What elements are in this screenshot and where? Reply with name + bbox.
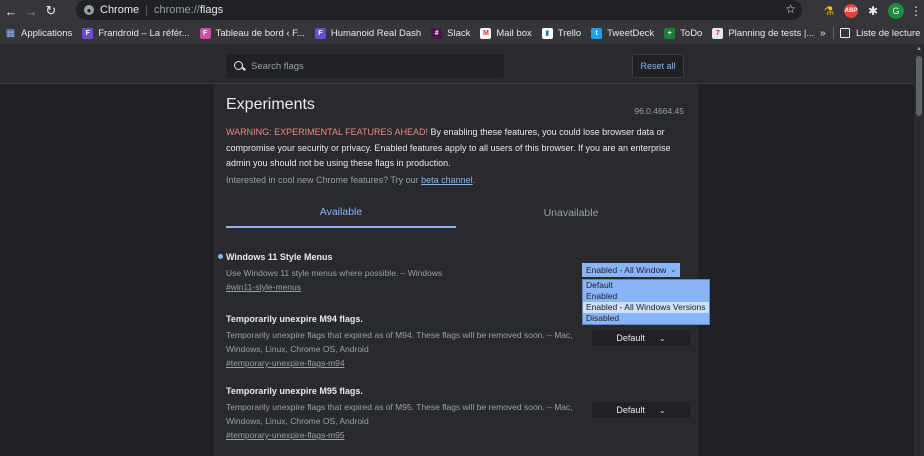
flag-description: Temporarily unexpire flags that expired … <box>226 402 573 426</box>
select-value: Enabled - All Window <box>586 265 667 275</box>
reading-list-label: Liste de lecture <box>856 27 921 39</box>
profile-avatar[interactable]: G <box>888 3 904 19</box>
trello-icon: ▮ <box>541 27 553 39</box>
search-flags-input[interactable]: Search flags <box>226 54 504 78</box>
flags-tabs: Available Unavailable <box>226 198 686 228</box>
reset-all-button[interactable]: Reset all <box>632 54 684 78</box>
warning-heading: WARNING: EXPERIMENTAL FEATURES AHEAD! <box>226 127 429 137</box>
tab-available[interactable]: Available <box>226 198 456 228</box>
flag-title: Temporarily unexpire M95 flags. <box>226 386 363 396</box>
url-path: flags <box>199 4 224 16</box>
bookmark-star-icon[interactable]: ☆ <box>785 2 796 16</box>
bookmarks-overflow-chevron[interactable]: » <box>820 22 826 44</box>
extensions-puzzle-icon[interactable]: ✱ <box>866 4 880 18</box>
bookmark-tableau[interactable]: F Tableau de bord ‹ F... <box>195 27 310 39</box>
flag-select-win11-menus[interactable]: Enabled - All Window ⌄ <box>582 263 680 277</box>
bookmark-label: Tableau de bord ‹ F... <box>215 27 305 39</box>
select-value: Default <box>616 333 645 343</box>
bookmark-label: ToDo <box>680 27 703 39</box>
search-icon <box>234 60 245 72</box>
bookmark-label: Frandroid – La référ... <box>98 27 190 39</box>
bookmark-label: Mail box <box>496 27 532 39</box>
beta-note-end: . <box>472 175 476 185</box>
bookmark-planning[interactable]: 7 Planning de tests |... <box>707 27 819 39</box>
warning-text: WARNING: EXPERIMENTAL FEATURES AHEAD! By… <box>226 125 686 172</box>
site-info-icon[interactable]: ● <box>84 5 94 15</box>
slack-icon: # <box>431 27 443 39</box>
site-name: Chrome <box>100 4 140 16</box>
bookmark-label: Planning de tests |... <box>728 27 815 39</box>
flag-anchor-link[interactable]: #temporary-unexpire-flags-m95 <box>226 430 686 440</box>
scroll-thumb[interactable] <box>916 56 922 116</box>
flags-header: Search flags Reset all <box>0 44 914 84</box>
frandroid-icon: F <box>82 27 94 39</box>
bookmark-tweetdeck[interactable]: t TweetDeck <box>586 27 659 39</box>
page-scrollbar[interactable]: ▲ <box>914 44 924 456</box>
chevron-down-icon: ⌄ <box>658 333 666 343</box>
planning-icon: 7 <box>712 27 724 39</box>
scroll-up-arrow-icon[interactable]: ▲ <box>914 44 924 54</box>
reading-list-icon <box>840 28 850 38</box>
modified-flag-dot <box>218 254 223 259</box>
bookmark-slack[interactable]: # Slack <box>426 27 475 39</box>
flask-icon[interactable]: ⚗ <box>822 4 836 18</box>
reading-list-button[interactable]: Liste de lecture <box>840 22 920 44</box>
back-arrow-icon[interactable]: ← <box>2 2 20 20</box>
bookmark-label: TweetDeck <box>607 27 655 39</box>
flag-anchor-link[interactable]: #temporary-unexpire-flags-m94 <box>226 358 686 368</box>
tableau-icon: F <box>199 27 211 39</box>
dropdown-option[interactable]: Enabled <box>583 291 709 302</box>
bookmark-todo[interactable]: + ToDo <box>659 27 707 39</box>
browser-toolbar: ← → ↻ ● Chrome | chrome:// flags ☆ ⚗ ABP… <box>0 0 924 22</box>
extensions-area: ⚗ ABP ✱ G ⋮ <box>822 0 922 22</box>
page-title: Experiments <box>226 96 315 113</box>
flag-title: Windows 11 Style Menus <box>226 252 333 262</box>
dropdown-option[interactable]: Disabled <box>583 313 709 324</box>
reload-icon[interactable]: ↻ <box>42 2 60 20</box>
humanoid-icon: F <box>314 27 326 39</box>
bookmark-frandroid[interactable]: F Frandroid – La référ... <box>77 27 194 39</box>
bookmark-label: Humanoid Real Dash <box>330 27 422 39</box>
url-scheme: chrome:// <box>153 4 200 16</box>
beta-note-text: Interested in cool new Chrome features? … <box>226 175 422 185</box>
version-number: 96.0.4664.45 <box>634 106 684 116</box>
bookmark-label: Slack <box>447 27 471 39</box>
chevron-down-icon: ⌄ <box>658 405 666 415</box>
bookmarks-bar: ▦ Applications F Frandroid – La référ... F… <box>0 22 924 44</box>
beta-channel-note: Interested in cool new Chrome features? … <box>226 175 475 185</box>
tab-unavailable[interactable]: Unavailable <box>456 198 686 228</box>
flag-description: Temporarily unexpire flags that expired … <box>226 330 573 354</box>
omnibox-separator: | <box>145 4 148 16</box>
bookmark-label: Applications <box>21 27 73 39</box>
bookmark-mail[interactable]: M Mail box <box>475 27 536 39</box>
flag-select-m95[interactable]: Default ⌄ <box>592 402 690 418</box>
beta-channel-link[interactable]: beta channel <box>421 175 473 185</box>
bookmark-applications[interactable]: ▦ Applications <box>0 28 77 39</box>
dropdown-option[interactable]: Enabled - All Windows Versions <box>583 302 709 313</box>
dropdown-options: Default Enabled Enabled - All Windows Ve… <box>582 279 710 325</box>
dropdown-option[interactable]: Default <box>583 280 709 291</box>
search-placeholder: Search flags <box>251 60 304 72</box>
select-value: Default <box>616 405 645 415</box>
menu-kebab-icon[interactable]: ⋮ <box>910 4 922 18</box>
forward-arrow-icon[interactable]: → <box>22 2 40 20</box>
flag-select-m94[interactable]: Default ⌄ <box>592 330 690 346</box>
mail-icon: M <box>480 27 492 39</box>
chevron-down-icon: ⌄ <box>670 267 677 274</box>
tweetdeck-icon: t <box>591 27 603 39</box>
bookmark-trello[interactable]: ▮ Trello <box>537 27 586 39</box>
bookmark-label: Trello <box>557 27 582 39</box>
apps-grid-icon: ▦ <box>5 27 16 39</box>
address-bar[interactable]: ● Chrome | chrome:// flags ☆ <box>76 0 802 20</box>
flag-description: Use Windows 11 style menus where possibl… <box>226 268 443 278</box>
bookmark-humanoid[interactable]: F Humanoid Real Dash <box>310 27 426 39</box>
adblock-plus-icon[interactable]: ABP <box>844 4 858 18</box>
todo-icon: + <box>664 27 676 39</box>
bookmarks-divider <box>833 27 834 39</box>
